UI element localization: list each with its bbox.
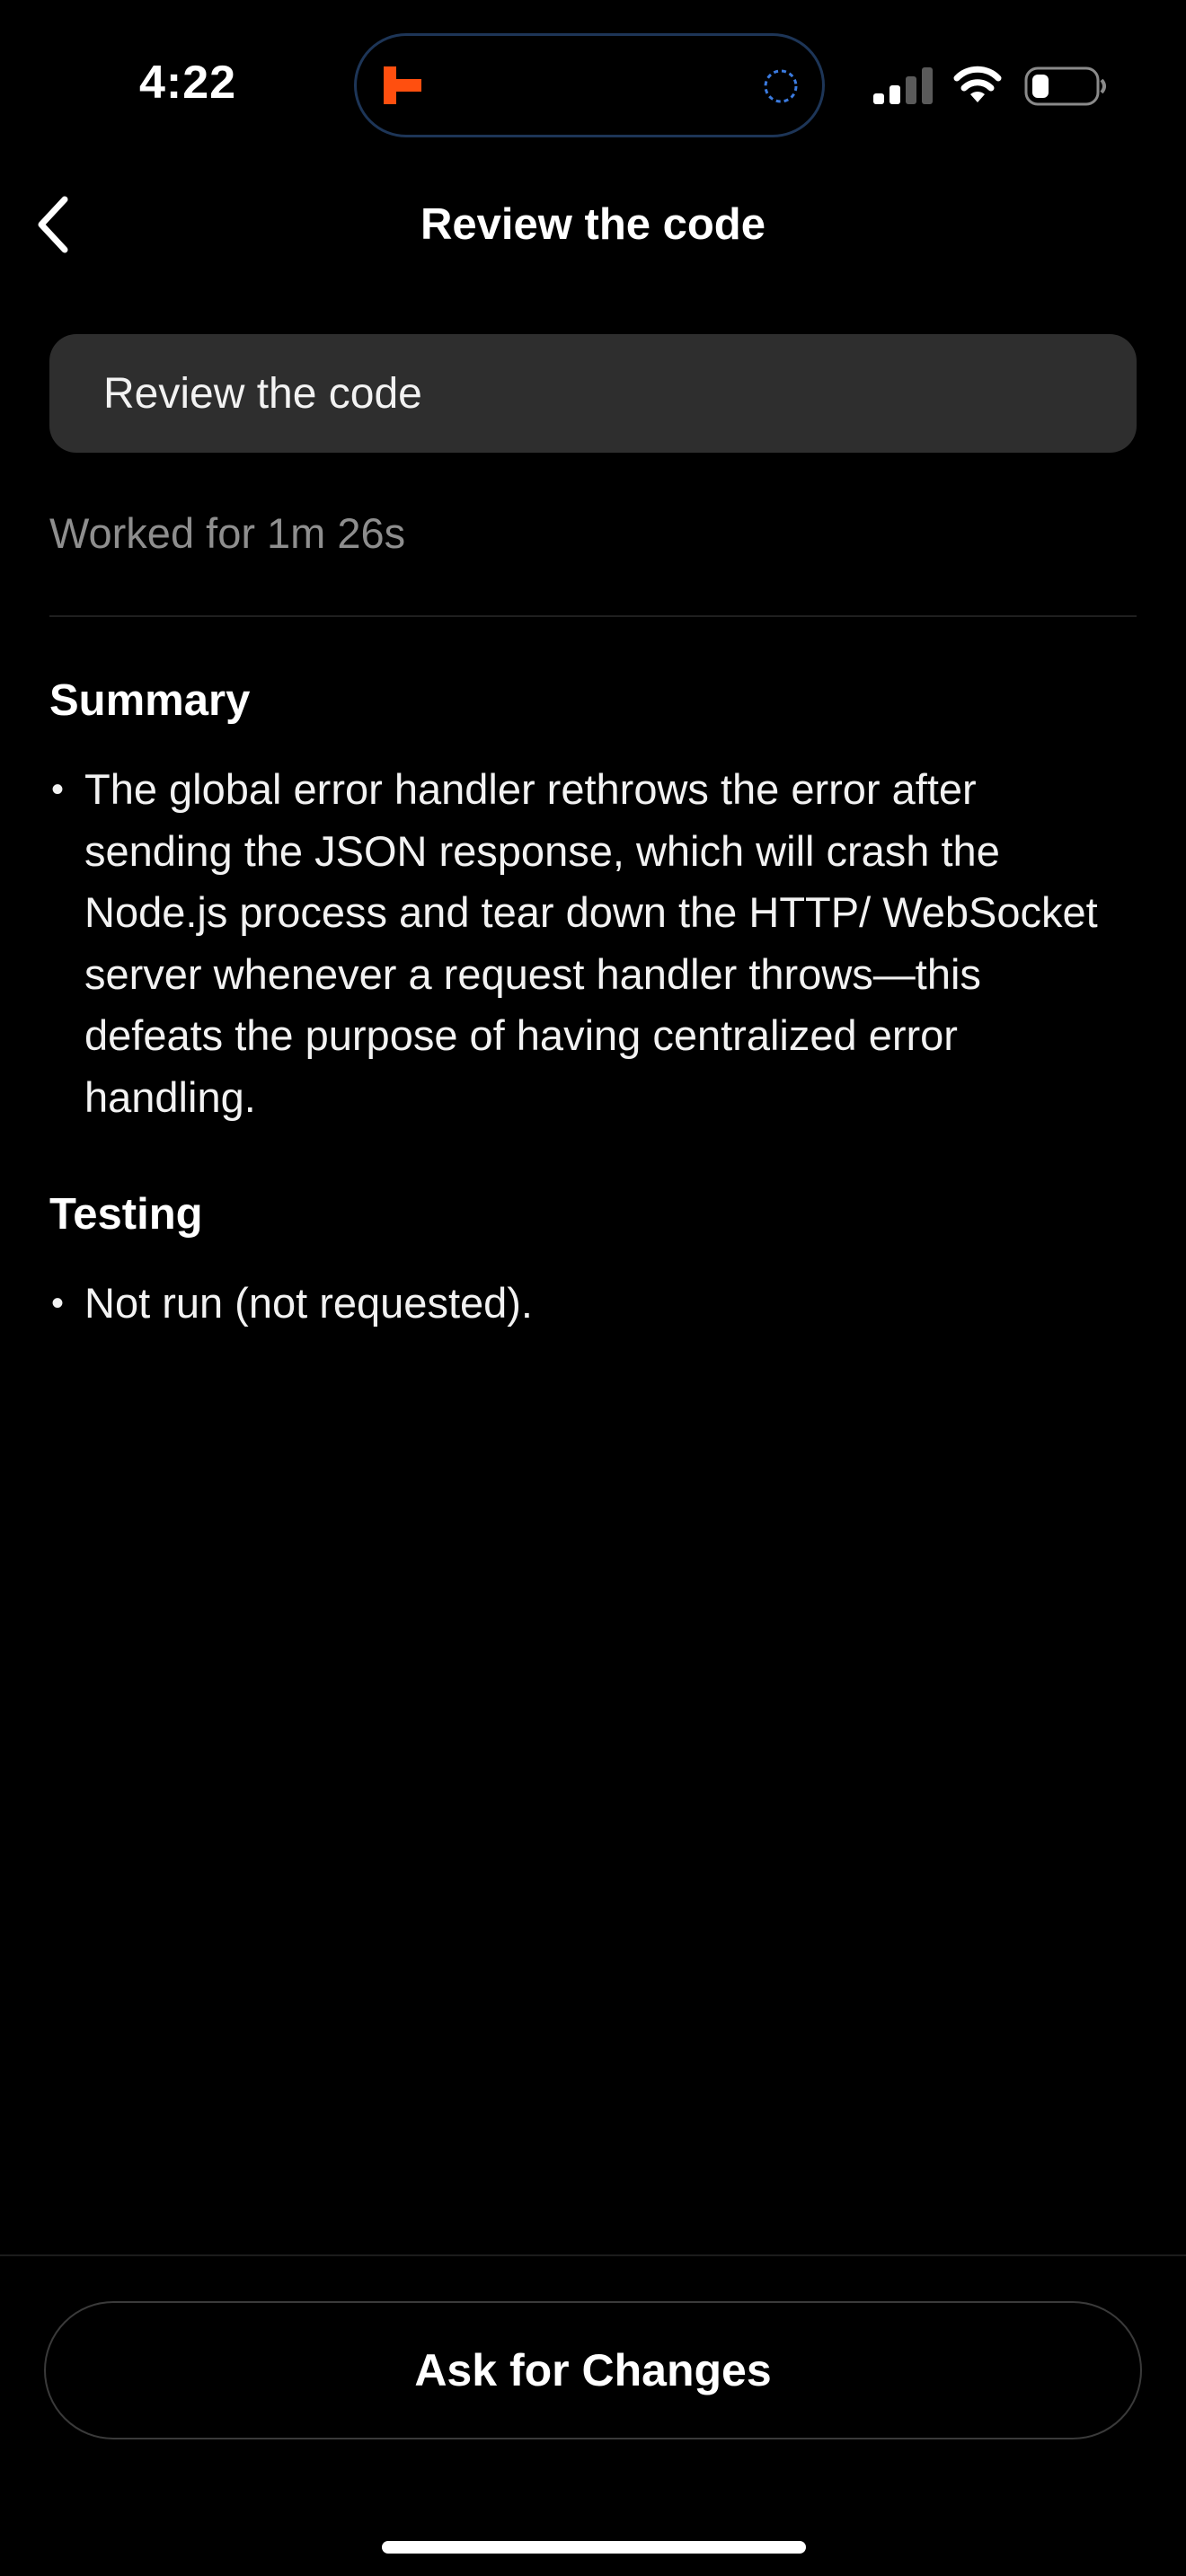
prompt-bubble: Review the code [49, 334, 1137, 453]
ask-for-changes-button[interactable]: Ask for Changes [44, 2301, 1142, 2439]
divider [49, 615, 1137, 617]
testing-heading: Testing [49, 1190, 203, 1239]
home-indicator[interactable] [382, 2541, 806, 2554]
progress-spinner-icon [764, 69, 798, 103]
testing-list: • Not run (not requested). [49, 1273, 1128, 1335]
bullet-dot-icon: • [51, 1284, 65, 1323]
wifi-icon [953, 66, 1002, 102]
summary-heading: Summary [49, 676, 251, 725]
testing-bullet: • Not run (not requested). [49, 1273, 1128, 1335]
cellular-signal-icon [873, 67, 933, 104]
summary-bullet-text: The global error handler rethrows the er… [84, 765, 1098, 1121]
cursor-logo-icon [384, 66, 421, 104]
worked-duration-label: Worked for 1m 26s [49, 509, 406, 557]
testing-bullet-text: Not run (not requested). [84, 1279, 533, 1327]
dynamic-island[interactable] [354, 33, 825, 137]
status-bar-time: 4:22 [139, 57, 237, 109]
prompt-text: Review the code [103, 369, 422, 418]
battery-icon [1024, 66, 1106, 106]
footer-divider [0, 2254, 1186, 2256]
ask-for-changes-label: Ask for Changes [414, 2345, 772, 2395]
summary-list: • The global error handler rethrows the … [49, 759, 1128, 1128]
summary-bullet: • The global error handler rethrows the … [49, 759, 1128, 1128]
page-title: Review the code [420, 200, 766, 249]
bullet-dot-icon: • [51, 770, 65, 809]
